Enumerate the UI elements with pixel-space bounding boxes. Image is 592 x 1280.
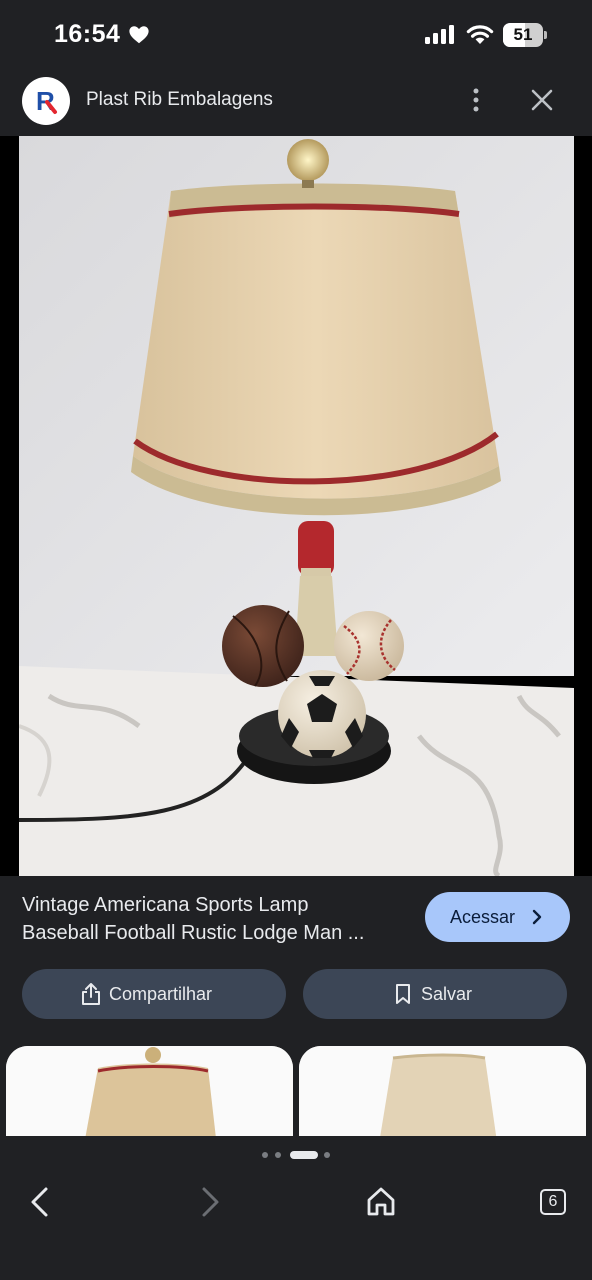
save-button[interactable]: Salvar: [303, 969, 567, 1019]
pagination-dots: [262, 1151, 332, 1159]
tabs-icon: 6: [540, 1189, 566, 1215]
heart-icon: [129, 26, 149, 44]
home-icon: [367, 1187, 395, 1216]
product-title[interactable]: Vintage Americana Sports Lamp Baseball F…: [22, 891, 414, 947]
related-lampshade-card[interactable]: [299, 1046, 586, 1136]
wifi-icon: [466, 25, 494, 44]
cellular-signal-icon: [425, 25, 454, 44]
pagination-dot: [262, 1152, 268, 1158]
forward-button[interactable]: [188, 1180, 232, 1224]
pagination-dot: [275, 1152, 281, 1158]
tabs-button[interactable]: 6: [531, 1180, 575, 1224]
chevron-right-icon: [532, 909, 542, 925]
sports-lamp-image[interactable]: [19, 136, 574, 876]
image-frame: [0, 136, 592, 876]
related-lamp-thumbnail: [6, 1046, 293, 1136]
pagination-dot: [324, 1152, 330, 1158]
related-images: [0, 1046, 592, 1136]
close-icon[interactable]: [527, 85, 557, 115]
back-arrow-icon: [31, 1187, 48, 1217]
site-logo[interactable]: R: [22, 77, 70, 125]
bottom-navigation: 6: [0, 1136, 592, 1280]
visit-button[interactable]: Acessar: [425, 892, 570, 942]
share-icon: [82, 983, 100, 1005]
more-vertical-icon[interactable]: [462, 86, 490, 114]
forward-arrow-icon: [202, 1187, 219, 1217]
status-bar: 16:54 51: [0, 0, 592, 70]
bookmark-icon: [396, 984, 410, 1004]
visit-button-label: Acessar: [450, 907, 516, 927]
site-header: R Plast Rib Embalagens: [0, 70, 592, 136]
battery-level: 51: [513, 25, 533, 44]
battery-icon: 51: [503, 23, 547, 47]
logo-r-icon: R: [36, 86, 57, 116]
product-title-line-1: Vintage Americana Sports Lamp: [22, 894, 309, 916]
share-button-label: Compartilhar: [109, 984, 213, 1004]
tab-count: 6: [548, 1193, 558, 1210]
home-button[interactable]: [359, 1180, 403, 1224]
site-name[interactable]: Plast Rib Embalagens: [86, 89, 273, 111]
pagination-dot-active: [290, 1151, 318, 1159]
save-button-label: Salvar: [421, 984, 473, 1004]
status-time: 16:54: [54, 20, 121, 48]
related-lampshade-thumbnail: [299, 1046, 586, 1136]
product-title-line-2: Baseball Football Rustic Lodge Man ...: [22, 922, 365, 944]
related-lamp-card[interactable]: [6, 1046, 293, 1136]
share-button[interactable]: Compartilhar: [22, 969, 286, 1019]
back-button[interactable]: [18, 1180, 62, 1224]
